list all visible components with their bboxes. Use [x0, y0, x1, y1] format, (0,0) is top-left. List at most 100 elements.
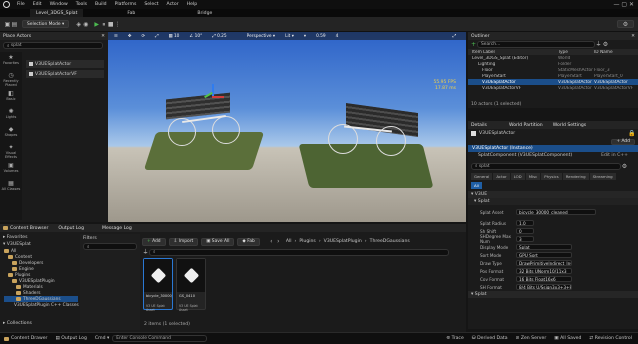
snap-move[interactable]: ▦ 10 [166, 33, 183, 39]
close-icon[interactable]: ✕ [101, 34, 105, 39]
tab-fab[interactable]: Fab [127, 11, 135, 16]
save-all-button[interactable]: ▣ Save All [201, 237, 235, 246]
property-value[interactable]: 16 Bits Float16x6 [516, 276, 572, 282]
col-item-label[interactable]: Item Label [472, 50, 558, 55]
selection-mode-button[interactable]: Selection Mode ▾ [22, 20, 70, 28]
back-icon[interactable]: ‹ [268, 238, 275, 245]
category-lights[interactable]: ✺ Lights [0, 106, 22, 124]
outliner-row[interactable]: PlayerStart PlayerStart PlayerStart_0 [468, 73, 638, 79]
actor-result-0[interactable]: V3UESplatActor [26, 60, 104, 68]
menu-actor[interactable]: Actor [167, 2, 179, 7]
stop-icon[interactable]: ■ [107, 21, 114, 28]
add-icon[interactable]: + [470, 41, 477, 48]
pause-icon[interactable]: ⏸ [100, 21, 107, 28]
property-value[interactable]: 32 Bits UNorm10/11x3 [516, 268, 572, 274]
cb-asset-search[interactable]: ⌕ [149, 248, 449, 256]
outliner-row[interactable]: V3UESplatActor V3UESplatActor V3UESplatAct… [468, 79, 638, 85]
outliner-row[interactable]: Floor StaticMeshActor Floor_3 [468, 67, 638, 73]
tab-output-log[interactable]: Output Log [58, 226, 84, 231]
tab-world-partition[interactable]: World Partition [509, 123, 543, 128]
section-bottom[interactable]: ▾ Splat [468, 291, 638, 298]
gear-icon[interactable]: ⚙ [602, 41, 609, 48]
transform-rotate-button[interactable]: ⟳ [138, 33, 148, 39]
lock-icon[interactable]: 🔒 [628, 130, 635, 137]
menu-file[interactable]: File [17, 2, 25, 7]
category-all[interactable]: All [471, 182, 482, 189]
breadcrumb-all[interactable]: All [286, 239, 292, 244]
tab-level[interactable]: Level_3DGS_Splat [30, 9, 84, 17]
play-icon[interactable]: ▶ [93, 21, 100, 28]
actor-result-1[interactable]: V3UESplatActorVF [26, 70, 104, 78]
maximize-icon[interactable]: ⤢ [450, 33, 459, 39]
category-tab[interactable]: General [471, 173, 493, 180]
zen-server-button[interactable]: ⊘ Zen Server [516, 336, 547, 341]
category-all-classes[interactable]: ▦ All Classes [0, 178, 22, 196]
breadcrumb-plugin[interactable]: V3UESplatPlugin [324, 239, 362, 244]
transform-move-button[interactable]: ✥ [125, 33, 135, 39]
more-options-icon[interactable]: ⋮ [114, 21, 121, 28]
details-instance-row[interactable]: V3UESplatActor (Instance) [468, 145, 638, 152]
viewport-menu-button[interactable]: ☰ [111, 33, 121, 39]
unreal-logo-icon[interactable] [3, 1, 10, 8]
filter-icon[interactable]: ⏚ [142, 249, 149, 256]
save-icon[interactable]: ▣ [4, 21, 11, 28]
filter-icon[interactable]: ⏚ [595, 41, 602, 48]
property-value[interactable]: bicycle_30000_cleaned [516, 209, 596, 215]
category-favorites[interactable]: ★ Favorites [0, 52, 22, 70]
breadcrumb-threedgaussians[interactable]: ThreeDGaussians [370, 239, 410, 244]
camera-speed-button[interactable]: 0.59 [313, 33, 329, 39]
category-tab[interactable]: Rendering [562, 173, 589, 180]
import-button[interactable]: ⇩ Import [168, 237, 199, 246]
menu-build[interactable]: Build [95, 2, 107, 7]
close-icon[interactable]: ✕ [631, 34, 635, 39]
speed-button[interactable]: 4 [333, 33, 342, 39]
forward-icon[interactable]: › [275, 238, 282, 245]
details-search[interactable]: ⌕ splat [471, 162, 621, 170]
tab-content-browser[interactable]: Content Browser [10, 226, 48, 231]
property-value[interactable]: Splat [516, 244, 572, 250]
category-shapes[interactable]: ◆ Shapes [0, 124, 22, 142]
trace-button[interactable]: ⊚ Trace [446, 336, 464, 341]
category-vfx[interactable]: ✦ Visual Effects [0, 142, 22, 160]
outliner-search[interactable]: Search... [477, 41, 595, 48]
edit-cpp-link[interactable]: Edit in C++ [601, 153, 628, 158]
cmd-button[interactable]: Cmd ▾ [95, 336, 109, 341]
snap-scale[interactable]: ⤢ 0.25 [209, 33, 229, 39]
snap-rotate[interactable]: ∠ 10° [186, 33, 205, 39]
property-value[interactable]: 8/4 Bits U/Ssign3x3+3+8x3 [516, 284, 572, 290]
cb-collections[interactable]: ▸ Collections [0, 320, 35, 327]
cb-project[interactable]: ▾ V3UESplat [0, 241, 78, 248]
asset-tile-1[interactable]: GS_0410 V3 UE Splat Asset [176, 258, 206, 312]
tab-bridge[interactable]: Bridge [197, 11, 212, 16]
settings-button[interactable]: ⚙ [617, 20, 634, 28]
asset-tile-0[interactable]: bicycle_30000_cleaned V3 UE Splat Asset [143, 258, 173, 312]
breadcrumb-plugins[interactable]: Plugins [299, 239, 315, 244]
cb-favorites[interactable]: ▸ Favorites [0, 234, 78, 241]
menu-window[interactable]: Window [50, 2, 68, 7]
details-component-row[interactable]: SplatComponent (V3UESplatComponent) Edit… [468, 152, 638, 159]
tab-message-log[interactable]: Message Log [102, 226, 132, 231]
property-value[interactable]: DrawPrimitiveIndirect_InstPerSPSheet [516, 260, 572, 266]
revision-control-button[interactable]: ⇄ Revision Control [589, 336, 632, 341]
menu-select[interactable]: Select [144, 2, 158, 7]
add-component-button[interactable]: + Add [611, 138, 635, 145]
window-controls[interactable]: — ▢ ✕ [613, 1, 634, 8]
all-saved-button[interactable]: ▣ All Saved [554, 336, 581, 341]
category-tab[interactable]: Physics [541, 173, 562, 180]
add-button[interactable]: + Add [142, 237, 166, 246]
category-tab[interactable]: Streaming [589, 173, 616, 180]
cb-filter-search[interactable]: ⌕ [83, 243, 137, 250]
output-log-button[interactable]: ▤ Output Log [55, 336, 86, 341]
section-v3ue[interactable]: ▾ V3UE [468, 191, 638, 198]
perspective-button[interactable]: Perspective ▾ [244, 33, 278, 39]
category-tab[interactable]: Misc [525, 173, 541, 180]
menu-edit[interactable]: Edit [33, 2, 42, 7]
menu-tools[interactable]: Tools [76, 2, 87, 7]
col-type[interactable]: Type [558, 50, 594, 55]
console-input[interactable]: Enter Console Command [112, 335, 208, 342]
menu-help[interactable]: Help [187, 2, 197, 7]
content-drawer-button[interactable]: Content Drawer [4, 336, 47, 341]
cinematics-icon[interactable]: ◉ [82, 21, 89, 28]
outliner-row[interactable]: V3UESplatActorVF V3UESplatActor V3UESplatA… [468, 85, 638, 91]
gear-icon[interactable]: ⚙ [621, 163, 628, 170]
